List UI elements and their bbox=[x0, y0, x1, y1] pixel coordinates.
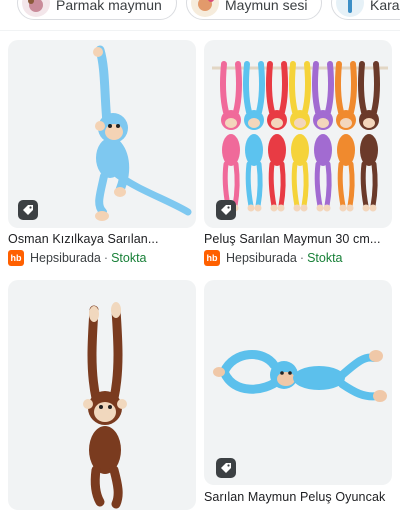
price-tag-icon bbox=[216, 200, 236, 220]
product-image[interactable] bbox=[8, 280, 196, 510]
separator-dot: · bbox=[299, 251, 305, 265]
price-tag-icon bbox=[216, 458, 236, 478]
product-title[interactable]: Peluş Sarılan Maymun 30 cm... bbox=[204, 232, 396, 246]
chip-thumbnail bbox=[22, 0, 50, 17]
product-merchant-row: hb Hepsiburada · Stokta bbox=[204, 250, 343, 266]
chip-parmak-maymun[interactable]: Parmak maymun bbox=[17, 0, 177, 20]
chips-divider bbox=[0, 30, 400, 31]
seller-logo-badge: hb bbox=[8, 250, 24, 266]
separator-dot: · bbox=[103, 251, 109, 265]
chip-maymun-sesi[interactable]: Maymun sesi bbox=[186, 0, 323, 20]
price-tag-icon bbox=[18, 200, 38, 220]
chip-thumbnail bbox=[336, 0, 364, 17]
chip-label: Kara bbox=[370, 0, 400, 13]
stock-status: Stokta bbox=[307, 251, 343, 265]
seller-name: Hepsiburada bbox=[30, 251, 101, 265]
chip-thumbnail bbox=[191, 0, 219, 17]
product-image[interactable] bbox=[8, 40, 196, 228]
chip-label: Maymun sesi bbox=[225, 0, 308, 13]
product-image[interactable] bbox=[204, 280, 392, 485]
stock-status: Stokta bbox=[111, 251, 147, 265]
chip-kara[interactable]: Kara bbox=[331, 0, 400, 20]
seller-logo-badge: hb bbox=[204, 250, 220, 266]
filter-chips-row: Parmak maymun Maymun sesi Kara bbox=[0, 0, 400, 30]
seller-name: Hepsiburada bbox=[226, 251, 297, 265]
chip-label: Parmak maymun bbox=[56, 0, 162, 13]
product-title[interactable]: Osman Kızılkaya Sarılan... bbox=[8, 232, 198, 246]
product-title[interactable]: Sarılan Maymun Peluş Oyuncak bbox=[204, 490, 396, 504]
product-merchant-row: hb Hepsiburada · Stokta bbox=[8, 250, 147, 266]
